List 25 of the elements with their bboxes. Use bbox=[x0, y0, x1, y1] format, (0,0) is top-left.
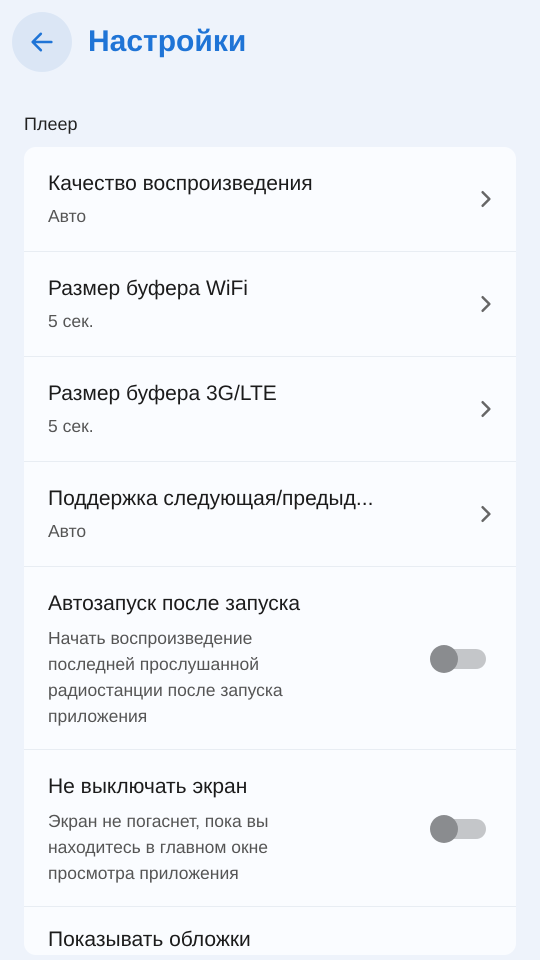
chevron-icon bbox=[480, 295, 492, 313]
setting-row[interactable]: Размер буфера 3G/LTE 5 сек. bbox=[24, 357, 516, 462]
setting-title: Не выключать экран bbox=[48, 774, 248, 800]
toggle-switch[interactable] bbox=[430, 815, 486, 843]
setting-title: Качество воспроизведения bbox=[48, 171, 314, 197]
setting-description: Авто bbox=[48, 205, 88, 228]
setting-title: Поддержка следующая/предыд... bbox=[48, 486, 374, 512]
chevron-icon bbox=[480, 505, 492, 523]
setting-description: Авто bbox=[48, 520, 88, 543]
page-title: Настройки bbox=[88, 25, 246, 59]
setting-description: 5 сек. bbox=[48, 415, 95, 438]
setting-description: Экран не погаснет, пока вы находитесь в главном окне просмотра приложения bbox=[48, 810, 270, 885]
chevron-icon bbox=[480, 190, 492, 208]
setting-title: Автозапуск после запуска bbox=[48, 591, 302, 617]
toggle-switch[interactable] bbox=[430, 645, 486, 673]
setting-description: 5 сек. bbox=[48, 310, 95, 333]
setting-title: Размер буфера WiFi bbox=[48, 276, 249, 302]
setting-row[interactable]: Поддержка следующая/предыд... Авто bbox=[24, 462, 516, 567]
section-title: Плеер bbox=[23, 113, 78, 136]
setting-row[interactable]: Качество воспроизведения Авто bbox=[24, 147, 516, 252]
setting-title: Размер буфера 3G/LTE bbox=[48, 381, 278, 407]
setting-row[interactable]: Размер буфера WiFi 5 сек. bbox=[24, 252, 516, 357]
chevron-icon bbox=[480, 400, 492, 418]
setting-description: Начать воспроизведение последней прослушанной радиостанции после запуска приложения bbox=[48, 627, 284, 728]
setting-title: Показывать обложки bbox=[48, 927, 252, 953]
